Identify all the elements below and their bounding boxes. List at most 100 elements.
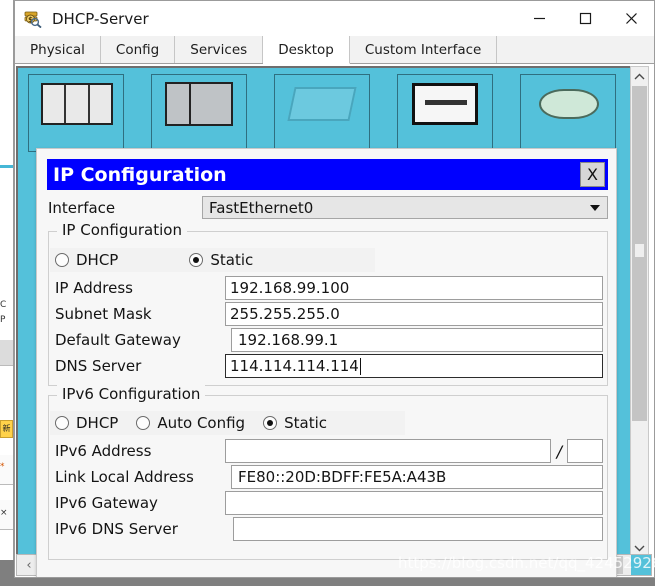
ipv6-address-row: IPv6 Address / <box>55 439 603 463</box>
ipv4-ip-address-row: IP Address 192.168.99.100 <box>55 276 603 300</box>
ipv6-mode-radios: DHCP Auto Config Static <box>50 411 405 435</box>
ipv6-configuration-group: IPv6 Configuration DHCP Auto Config Stat… <box>48 385 608 560</box>
text-caret <box>359 357 361 375</box>
ipv6-dns-server-row: IPv6 DNS Server <box>55 517 603 541</box>
link-local-address-input[interactable]: FE80::20D:BDFF:FE5A:A43B <box>231 465 603 489</box>
ipv6-link-local-row: Link Local Address FE80::20D:BDFF:FE5A:A… <box>55 465 603 489</box>
content-vertical-scrollbar[interactable] <box>630 66 649 558</box>
desktop-tile-web-browser[interactable] <box>520 74 616 152</box>
tab-custom-interface[interactable]: Custom Interface <box>349 36 498 63</box>
dns-server-value: 114.114.114.114 <box>230 357 359 375</box>
desktop-tile-ip-configuration[interactable] <box>28 74 124 152</box>
bg-text-fragment-2: P <box>0 315 6 325</box>
close-button[interactable] <box>608 1 654 36</box>
dialog-titlebar: IP Configuration X <box>47 159 608 190</box>
minimize-button[interactable] <box>516 1 562 36</box>
bg-orange-mark: * <box>0 462 5 472</box>
desktop-tile-dial-up[interactable] <box>151 74 247 152</box>
scroll-up-icon[interactable] <box>631 67 648 86</box>
ipv4-default-gateway-row: Default Gateway 192.168.99.1 <box>55 328 603 352</box>
ipv4-radio-dhcp[interactable]: DHCP <box>50 251 118 269</box>
dns-server-input[interactable]: 114.114.114.114 <box>225 354 603 378</box>
ipv6-radio-auto-config[interactable]: Auto Config <box>131 414 245 432</box>
ipv6-group-title: IPv6 Configuration <box>57 385 206 403</box>
tab-physical[interactable]: Physical <box>15 36 101 63</box>
ip-address-value: 192.168.99.100 <box>230 279 350 297</box>
desktop-content: Collector ‹ <box>15 64 654 577</box>
radio-circle-selected-icon <box>263 416 278 430</box>
ipv4-mode-radios: DHCP Static <box>50 248 375 272</box>
screen-root: C P 新 * × $ DHCP-Server Physical Config … <box>0 0 655 586</box>
ipv4-radio-static-label: Static <box>210 251 254 269</box>
windows-panes-icon <box>41 83 113 125</box>
prefix-separator: / <box>556 441 563 461</box>
ipv4-group-title: IP Configuration <box>57 221 187 239</box>
tab-services-label: Services <box>190 41 248 58</box>
ip-address-input[interactable]: 192.168.99.100 <box>225 276 603 300</box>
ipv4-dns-server-row: DNS Server 114.114.114.114 <box>55 354 603 378</box>
tab-services[interactable]: Services <box>175 36 264 63</box>
tab-config-label: Config <box>115 41 160 58</box>
ipv4-subnet-mask-row: Subnet Mask 255.255.255.0 <box>55 302 603 326</box>
cloud-icon <box>539 89 599 119</box>
ipv6-radio-static-label: Static <box>284 414 327 432</box>
bg-gray-block <box>0 340 13 366</box>
ipv6-prefix-input[interactable] <box>567 439 603 463</box>
ipv6-address-label: IPv6 Address <box>55 442 152 460</box>
open-book-icon <box>165 82 233 126</box>
tab-physical-label: Physical <box>30 41 85 58</box>
tab-desktop[interactable]: Desktop <box>263 36 350 64</box>
interface-row: Interface FastEthernet0 <box>48 196 608 219</box>
ipv6-gateway-row: IPv6 Gateway <box>55 491 603 515</box>
link-local-address-label: Link Local Address <box>55 468 194 486</box>
interface-selected-value: FastEthernet0 <box>209 198 314 217</box>
tab-custom-interface-label: Custom Interface <box>364 41 482 58</box>
chevron-down-icon <box>590 204 600 211</box>
tab-desktop-label: Desktop <box>278 41 334 58</box>
ip-configuration-dialog: IP Configuration X Interface FastEtherne… <box>36 148 617 577</box>
window-title: DHCP-Server <box>52 9 149 28</box>
subnet-mask-label: Subnet Mask <box>55 305 152 323</box>
desktop-tile-terminal[interactable] <box>274 74 370 152</box>
vertical-scroll-thumb[interactable] <box>632 86 647 421</box>
ipv6-radio-auto-config-label: Auto Config <box>157 414 246 432</box>
dialog-title: IP Configuration <box>53 163 227 186</box>
transparent-window-icon <box>287 87 357 121</box>
tabbar-filler <box>497 36 654 63</box>
dns-server-label: DNS Server <box>55 357 142 375</box>
ipv6-dns-server-label: IPv6 DNS Server <box>55 520 178 538</box>
bg-close-fragment: × <box>0 508 8 518</box>
window-controls <box>516 1 654 36</box>
ipv6-gateway-label: IPv6 Gateway <box>55 494 158 512</box>
interface-label: Interface <box>48 198 116 217</box>
tab-config[interactable]: Config <box>100 36 176 63</box>
ipv6-address-input[interactable] <box>225 439 552 463</box>
ipv4-radio-static[interactable]: Static <box>184 251 253 269</box>
default-gateway-input[interactable]: 192.168.99.1 <box>231 328 603 352</box>
ipv4-configuration-group: IP Configuration DHCP Static IP Address <box>48 221 608 386</box>
default-gateway-label: Default Gateway <box>55 331 181 349</box>
ipv6-radio-dhcp[interactable]: DHCP <box>50 414 118 432</box>
subnet-mask-value: 255.255.255.0 <box>230 305 340 323</box>
desktop-tile-command-prompt[interactable] <box>397 74 493 152</box>
subnet-mask-input[interactable]: 255.255.255.0 <box>225 302 603 326</box>
background-left-strip: C P 新 * × <box>0 0 14 586</box>
dialog-close-button[interactable]: X <box>580 162 605 187</box>
scroll-thumb-grip <box>635 244 644 257</box>
device-tabbar: Physical Config Services Desktop Custom … <box>15 36 654 64</box>
ipv6-dns-server-input[interactable] <box>233 517 603 541</box>
radio-circle-icon <box>55 416 69 430</box>
ipv6-radio-static[interactable]: Static <box>258 414 327 432</box>
radio-circle-icon <box>136 416 151 430</box>
server-magnifier-icon: $ <box>24 10 42 28</box>
radio-circle-selected-icon <box>189 253 204 267</box>
maximize-button[interactable] <box>562 1 608 36</box>
dhcp-server-window: $ DHCP-Server Physical Config Services D… <box>14 0 655 578</box>
ipv4-radio-dhcp-label: DHCP <box>76 251 119 269</box>
monitor-icon <box>412 83 478 125</box>
bg-yellow-chip: 新 <box>0 420 13 438</box>
ipv6-radio-dhcp-label: DHCP <box>76 414 119 432</box>
bg-text-fragment-1: C <box>0 300 7 310</box>
interface-select[interactable]: FastEthernet0 <box>202 196 608 219</box>
ipv6-gateway-input[interactable] <box>225 491 603 515</box>
